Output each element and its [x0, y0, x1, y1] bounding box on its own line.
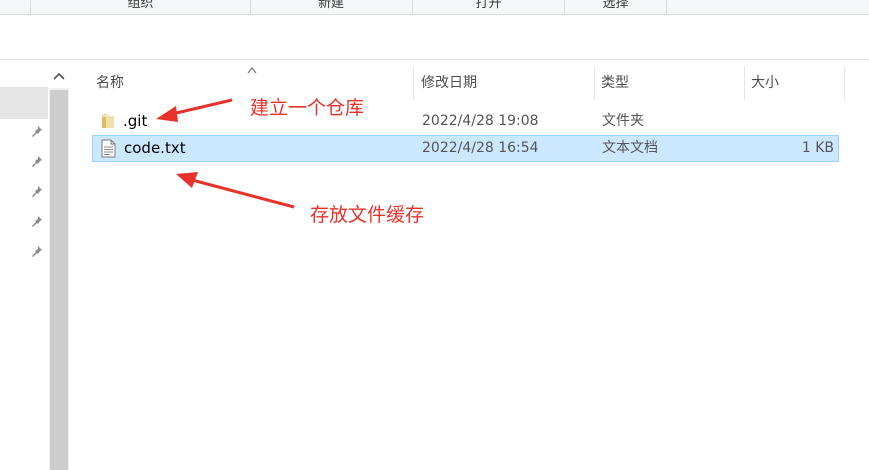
annotation-arrow-code	[176, 172, 295, 209]
annotation-label: 存放文件缓存	[310, 204, 425, 226]
annotation-arrows	[156, 98, 295, 209]
annotation-label: 建立一个仓库	[250, 97, 365, 119]
annotation-arrow-git	[156, 98, 233, 122]
